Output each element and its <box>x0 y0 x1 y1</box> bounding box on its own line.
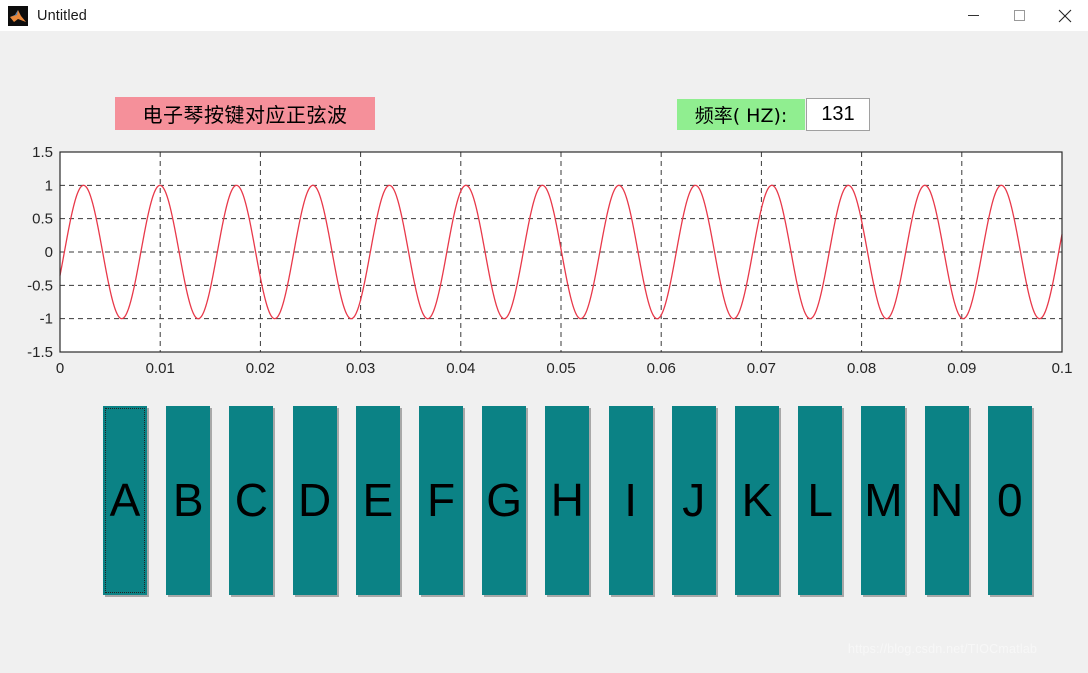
y-tick-label: 0 <box>45 244 53 261</box>
close-icon[interactable] <box>1042 0 1088 31</box>
piano-key-g[interactable]: G <box>482 406 527 595</box>
x-tick-label: 0.09 <box>947 360 976 377</box>
piano-key-d[interactable]: D <box>292 406 337 595</box>
piano-key-label: E <box>362 474 394 526</box>
piano-key-label: K <box>741 474 773 526</box>
piano-key-label: B <box>172 474 204 526</box>
piano-key-label: C <box>234 474 268 526</box>
piano-key-m[interactable]: M <box>861 406 906 595</box>
piano-key-label: N <box>929 474 964 526</box>
x-tick-label: 0.1 <box>1052 360 1073 377</box>
piano-key-label: H <box>550 474 584 526</box>
y-tick-label: -1 <box>40 311 53 328</box>
y-tick-label: 0.5 <box>32 211 53 228</box>
piano-key-e[interactable]: E <box>355 406 400 595</box>
x-tick-label: 0.06 <box>647 360 676 377</box>
piano-key-label: I <box>624 474 637 526</box>
sine-wave-plot: -1.5 -1 -0.5 0 0.5 1 1.5 0 0.01 0.02 0.03 0.04 0.05 0… <box>0 120 1088 380</box>
watermark: https://blog.csdn.net/TIOCmatlab <box>848 642 1038 656</box>
piano-key-label: D <box>297 474 332 526</box>
x-tick-label: 0.08 <box>847 360 876 377</box>
piano-key-k[interactable]: K <box>735 406 779 595</box>
piano-key-label: J <box>682 474 706 526</box>
piano-key-label: M <box>864 474 903 526</box>
window-controls <box>950 0 1088 31</box>
x-tick-label: 0.04 <box>446 360 475 377</box>
piano-key-i[interactable]: I <box>608 406 653 595</box>
y-tick-label: 1 <box>45 177 53 194</box>
y-tick-label: -0.5 <box>27 277 53 294</box>
x-tick-label: 0.07 <box>747 360 776 377</box>
piano-key-label: 0 <box>997 474 1023 526</box>
minimize-icon[interactable] <box>950 0 996 31</box>
piano-key-b[interactable]: B <box>166 406 211 595</box>
piano-key-l[interactable]: L <box>798 406 843 595</box>
y-tick-label: 1.5 <box>32 144 53 161</box>
piano-key-label: F <box>426 474 456 526</box>
maximize-icon[interactable] <box>996 0 1042 31</box>
piano-key-h[interactable]: H <box>545 406 590 595</box>
y-tick-label: -1.5 <box>27 344 53 361</box>
x-tick-label: 0.01 <box>146 360 175 377</box>
x-tick-label: 0.05 <box>546 360 575 377</box>
piano-key-f[interactable]: F <box>419 406 463 595</box>
x-tick-label: 0 <box>56 360 64 377</box>
piano-key-c[interactable]: C <box>229 406 274 595</box>
x-tick-label: 0.02 <box>246 360 275 377</box>
matlab-icon <box>8 5 28 26</box>
piano-key-label: L <box>807 474 833 526</box>
piano-key-label: A <box>109 474 141 526</box>
window-titlebar: Untitled <box>0 0 1088 31</box>
piano-key-row: ABCDEFGHIJKLMN0 <box>103 406 1033 596</box>
window-title: Untitled <box>37 7 87 24</box>
x-tick-label: 0.03 <box>346 360 375 377</box>
piano-key-a[interactable]: A <box>103 406 147 595</box>
piano-key-j[interactable]: J <box>671 406 716 595</box>
piano-key-0[interactable]: 0 <box>987 406 1032 595</box>
piano-key-n[interactable]: N <box>924 406 969 595</box>
piano-key-label: G <box>486 474 523 526</box>
